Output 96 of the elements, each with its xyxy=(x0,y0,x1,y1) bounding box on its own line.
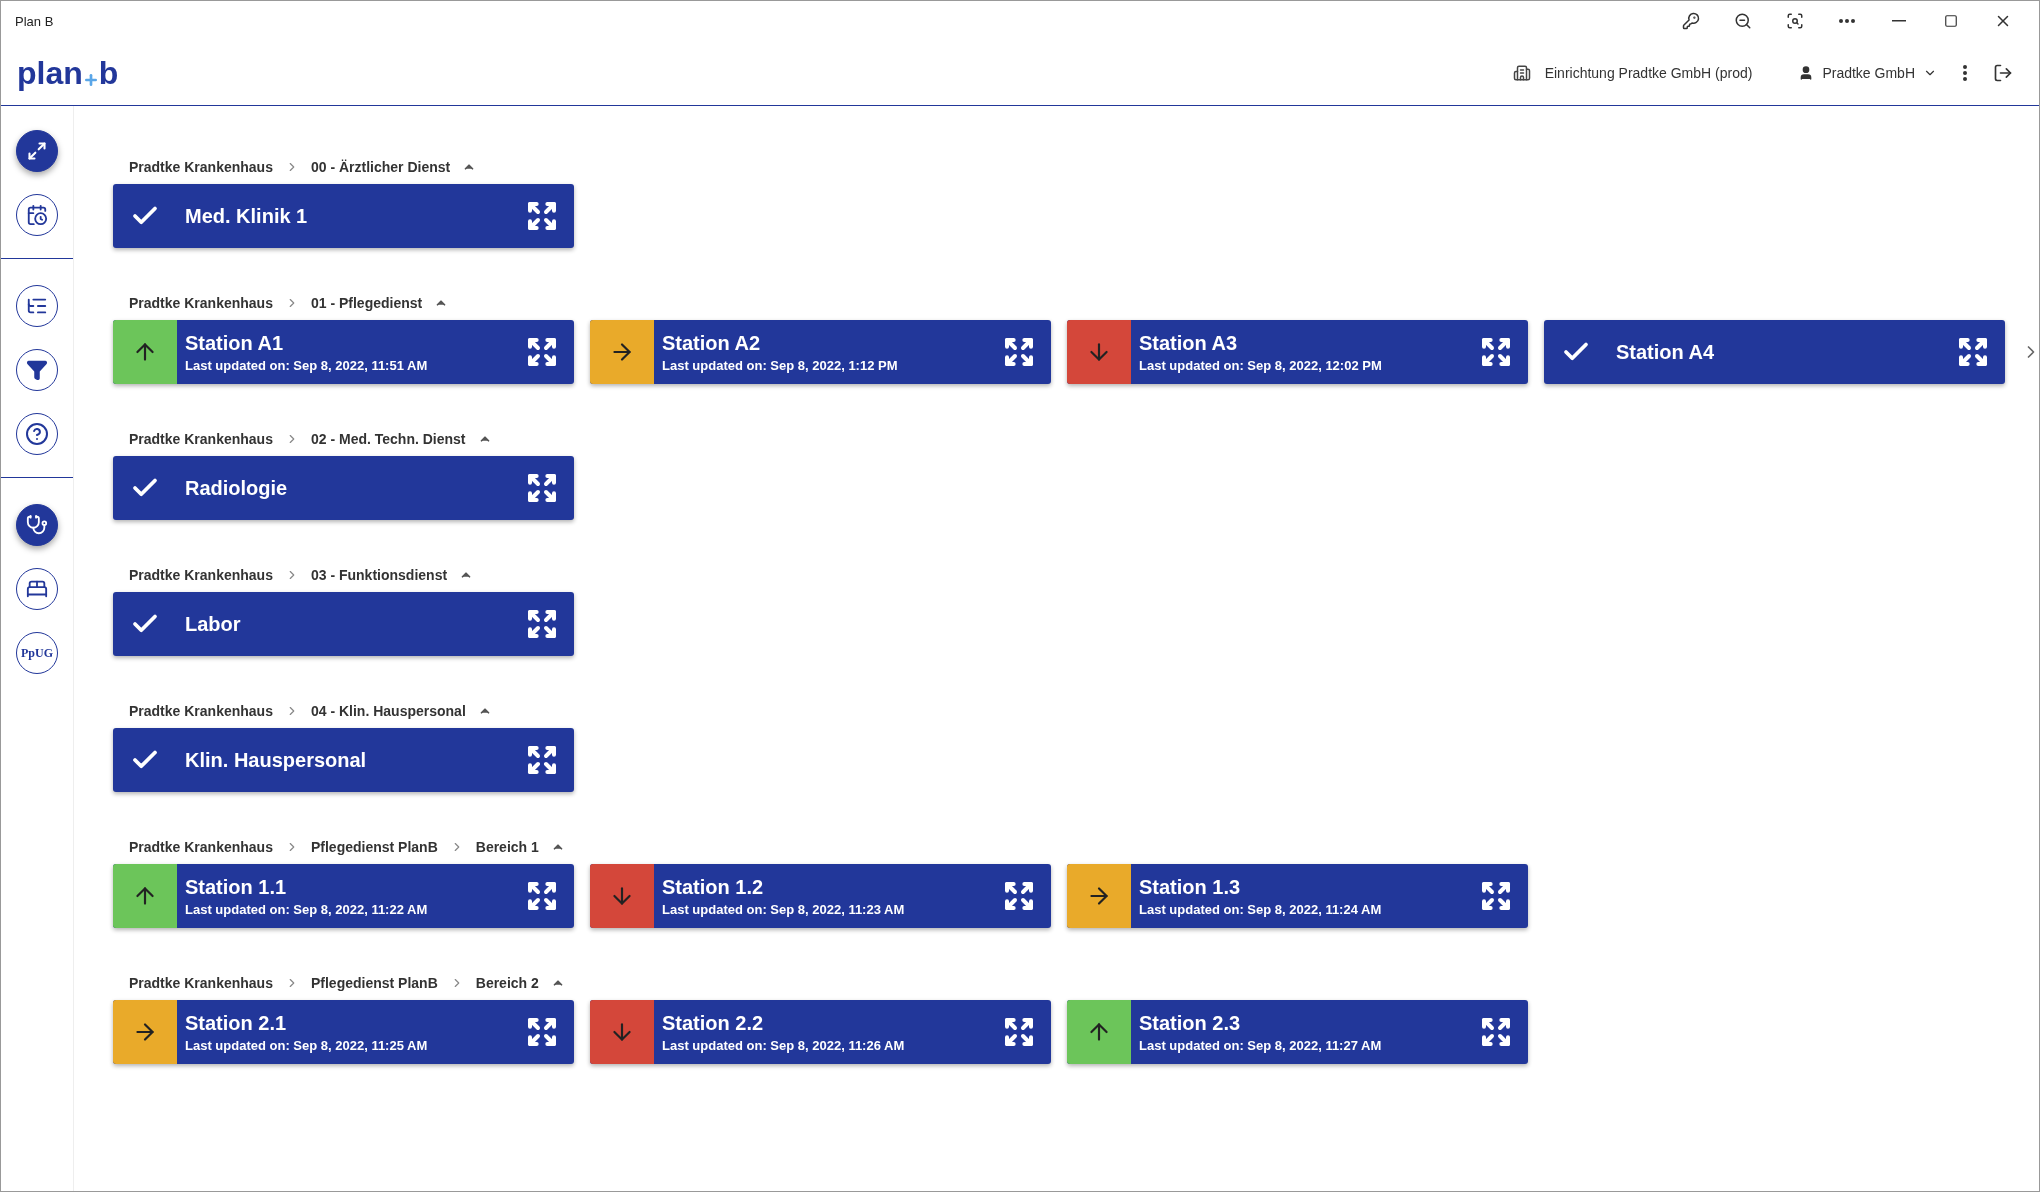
breadcrumb-item[interactable]: Bereich 1 xyxy=(475,839,539,855)
card-title: Labor xyxy=(185,612,242,636)
logo-text: b xyxy=(98,54,119,92)
user-menu[interactable]: Pradtke GmbH xyxy=(1792,59,1943,87)
breadcrumb-item[interactable]: Pradtke Krankenhaus xyxy=(129,703,273,719)
help-icon xyxy=(25,422,49,446)
expand-icon xyxy=(1480,1016,1512,1048)
sidebar-button[interactable] xyxy=(16,194,58,236)
card-title: Station A3 xyxy=(1139,331,1239,355)
card-title: Station 1.2 xyxy=(662,875,765,899)
breadcrumb-item[interactable]: 00 - Ärztlicher Dienst xyxy=(310,159,451,175)
expand-icon xyxy=(1003,1016,1035,1048)
card-title: Klin. Hauspersonal xyxy=(185,748,368,772)
last-updated-text: Last updated on: Sep 8, 2022, 11:51 AM xyxy=(185,357,429,373)
breadcrumb-item[interactable]: Pradtke Krankenhaus xyxy=(129,295,273,311)
station-card[interactable]: Station 1.3 Last updated on: Sep 8, 2022, 11:24 AM xyxy=(1067,864,1528,928)
sidebar-button[interactable] xyxy=(16,285,58,327)
card-title: Station A2 xyxy=(662,331,762,355)
expand-icon xyxy=(1003,336,1035,368)
logo-text: plan xyxy=(17,54,83,92)
card-title: Station A1 xyxy=(185,331,285,355)
expand-icon xyxy=(526,336,558,368)
last-updated-text: Last updated on: Sep 8, 2022, 12:02 PM xyxy=(1139,357,1383,373)
window-title: Plan B xyxy=(15,13,55,29)
last-updated-text: Last updated on: Sep 8, 2022, 11:27 AM xyxy=(1139,1037,1383,1053)
breadcrumb-item[interactable]: Pradtke Krankenhaus xyxy=(129,159,273,175)
filter-icon xyxy=(26,359,48,381)
plus-icon xyxy=(82,72,99,88)
expand-icon xyxy=(1957,336,1989,368)
expand-icon xyxy=(526,744,558,776)
station-card[interactable]: Klin. Hauspersonal xyxy=(113,728,574,792)
card-title: Med. Klinik 1 xyxy=(185,204,309,228)
station-card[interactable]: Station 1.1 Last updated on: Sep 8, 2022, 11:22 AM xyxy=(113,864,574,928)
breadcrumb-item[interactable]: Pflegedienst PlanB xyxy=(310,839,438,855)
more-icon xyxy=(1839,19,1855,23)
facility-label: Einrichtung Pradtke GmbH (prod) xyxy=(1544,65,1753,81)
breadcrumb-item[interactable]: Pflegedienst PlanB xyxy=(310,975,438,991)
last-updated-text: Last updated on: Sep 8, 2022, 11:25 AM xyxy=(185,1037,429,1053)
breadcrumb-item[interactable]: Bereich 2 xyxy=(475,975,539,991)
sidebar-button[interactable]: PpUG xyxy=(16,632,58,674)
breadcrumb-item[interactable]: 02 - Med. Techn. Dienst xyxy=(310,431,466,447)
breadcrumb-item[interactable]: 01 - Pflegedienst xyxy=(310,295,423,311)
card-title: Station 1.3 xyxy=(1139,875,1242,899)
station-card[interactable]: Station 2.1 Last updated on: Sep 8, 2022, 11:25 AM xyxy=(113,1000,574,1064)
card-title: Station 1.1 xyxy=(185,875,288,899)
expand-icon xyxy=(27,141,47,161)
breadcrumb-item[interactable]: 04 - Klin. Hauspersonal xyxy=(310,703,466,719)
expand-icon xyxy=(526,880,558,912)
calendar-clock-icon xyxy=(26,204,48,226)
breadcrumb-item[interactable]: Pradtke Krankenhaus xyxy=(129,975,273,991)
expand-icon xyxy=(526,1016,558,1048)
breadcrumb-item[interactable]: Pradtke Krankenhaus xyxy=(129,431,273,447)
last-updated-text: Last updated on: Sep 8, 2022, 11:22 AM xyxy=(185,901,429,917)
more-icon xyxy=(1963,65,1967,81)
sidebar-button[interactable] xyxy=(16,568,58,610)
sidebar-button[interactable] xyxy=(16,413,58,455)
maximize-icon xyxy=(1944,14,1958,28)
breadcrumb-item[interactable]: Pradtke Krankenhaus xyxy=(129,567,273,583)
zoom-out-icon xyxy=(1734,12,1752,30)
expand-icon xyxy=(526,472,558,504)
bed-icon xyxy=(26,578,48,600)
expand-icon xyxy=(1480,880,1512,912)
station-card[interactable]: Station A3 Last updated on: Sep 8, 2022, 12:02 PM xyxy=(1067,320,1528,384)
card-title: Station 2.1 xyxy=(185,1011,288,1035)
card-title: Station 2.2 xyxy=(662,1011,765,1035)
last-updated-text: Last updated on: Sep 8, 2022, 11:26 AM xyxy=(662,1037,906,1053)
station-card[interactable]: Station A1 Last updated on: Sep 8, 2022, 11:51 AM xyxy=(113,320,574,384)
last-updated-text: Last updated on: Sep 8, 2022, 1:12 PM xyxy=(662,357,899,373)
reader-icon xyxy=(1786,12,1804,30)
building-icon xyxy=(1512,64,1531,82)
card-title: Radiologie xyxy=(185,476,289,500)
station-card[interactable]: Station 2.2 Last updated on: Sep 8, 2022, 11:26 AM xyxy=(590,1000,1051,1064)
station-card[interactable]: Station 2.3 Last updated on: Sep 8, 2022, 11:27 AM xyxy=(1067,1000,1528,1064)
breadcrumb-item[interactable]: Pradtke Krankenhaus xyxy=(129,839,273,855)
station-card[interactable]: Station A2 Last updated on: Sep 8, 2022, 1:12 PM xyxy=(590,320,1051,384)
station-card[interactable]: Station A4 xyxy=(1544,320,2005,384)
expand-icon xyxy=(526,608,558,640)
card-title: Station 2.3 xyxy=(1139,1011,1242,1035)
card-title: Station A4 xyxy=(1616,340,1716,364)
station-card[interactable]: Radiologie xyxy=(113,456,574,520)
breadcrumb-item[interactable]: 03 - Funktionsdienst xyxy=(310,567,448,583)
station-card[interactable]: Labor xyxy=(113,592,574,656)
station-card[interactable]: Med. Klinik 1 xyxy=(113,184,574,248)
expand-icon xyxy=(526,200,558,232)
doctor-icon xyxy=(26,514,48,536)
expand-icon xyxy=(1480,336,1512,368)
expand-icon xyxy=(1003,880,1035,912)
sidebar-button[interactable] xyxy=(16,349,58,391)
station-card[interactable]: Station 1.2 Last updated on: Sep 8, 2022, 11:23 AM xyxy=(590,864,1051,928)
last-updated-text: Last updated on: Sep 8, 2022, 11:24 AM xyxy=(1139,901,1383,917)
key-icon xyxy=(1682,12,1700,30)
logout-icon xyxy=(1993,63,2013,83)
minimize-icon xyxy=(1892,20,1906,22)
last-updated-text: Last updated on: Sep 8, 2022, 11:23 AM xyxy=(662,901,906,917)
sidebar-button[interactable] xyxy=(16,130,58,172)
sidebar-button[interactable] xyxy=(16,504,58,546)
